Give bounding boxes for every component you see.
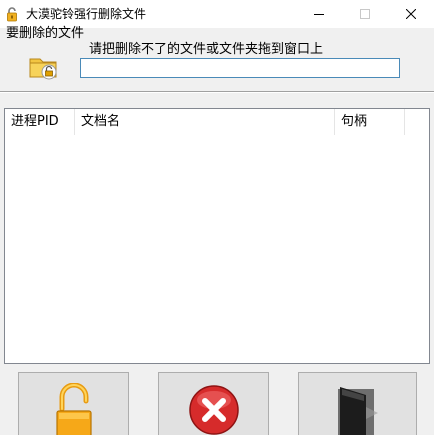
minimize-button[interactable]: [296, 0, 342, 28]
exit-button[interactable]: [298, 372, 417, 435]
app-window: 大漠驼铃强行删除文件 要删除的文件 请把删除不了的文件或文件夹拖到窗口上 进程P…: [0, 0, 434, 435]
title-bar[interactable]: 大漠驼铃强行删除文件: [0, 0, 434, 28]
folder-lock-icon: [29, 58, 57, 80]
handle-list[interactable]: 进程PID 文档名 句柄: [4, 108, 430, 364]
close-button[interactable]: [388, 0, 434, 28]
column-header-pid[interactable]: 进程PID: [5, 109, 75, 135]
maximize-button[interactable]: [342, 0, 388, 28]
drag-hint: 请把删除不了的文件或文件夹拖到窗口上: [89, 42, 324, 57]
maximize-icon: [360, 9, 370, 19]
unlock-button[interactable]: [18, 372, 129, 435]
unlock-icon: [55, 383, 92, 435]
padlock-app-icon: [7, 7, 17, 22]
window-title: 大漠驼铃强行删除文件: [26, 7, 147, 21]
column-header-filename[interactable]: 文档名: [75, 109, 335, 135]
file-path-input[interactable]: [80, 58, 400, 78]
divider: [0, 91, 434, 93]
column-header-handle[interactable]: 句柄: [335, 109, 405, 135]
close-icon: [406, 9, 416, 19]
delete-button[interactable]: [158, 372, 269, 435]
exit-door-icon: [337, 387, 378, 435]
section-label: 要删除的文件: [6, 26, 85, 41]
delete-x-icon: [188, 385, 239, 435]
minimize-icon: [314, 14, 324, 15]
list-header: 进程PID 文档名 句柄: [5, 109, 429, 135]
